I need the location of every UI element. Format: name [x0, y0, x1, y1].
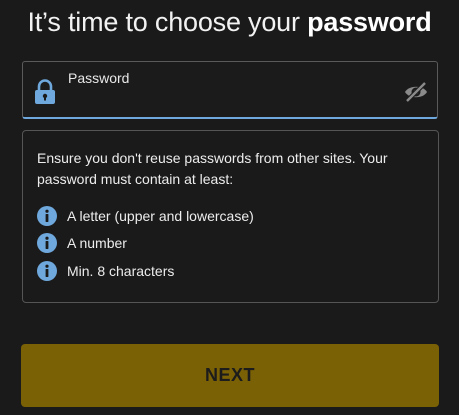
requirement-text: Min. 8 characters	[67, 263, 175, 279]
eye-off-icon[interactable]	[403, 80, 429, 104]
page-title: It’s time to choose your password	[0, 4, 459, 40]
requirement-text: A letter (upper and lowercase)	[67, 208, 254, 224]
page-title-regular: It’s time to choose your	[27, 7, 308, 37]
lock-icon	[35, 79, 55, 104]
page-title-bold: password	[307, 7, 432, 37]
info-icon	[37, 206, 57, 226]
info-icon	[37, 233, 57, 253]
requirements-intro: Ensure you don't reuse passwords from ot…	[37, 150, 388, 187]
requirement-item: A number	[37, 233, 127, 253]
next-button[interactable]: NEXT	[21, 344, 439, 407]
choose-password-page: It’s time to choose your password Passwo…	[0, 0, 459, 415]
password-field[interactable]: Password	[22, 61, 438, 119]
requirement-item: A letter (upper and lowercase)	[37, 206, 254, 226]
requirement-item: Min. 8 characters	[37, 261, 174, 281]
password-label: Password	[68, 70, 130, 86]
info-icon	[37, 261, 57, 281]
requirement-text: A number	[67, 235, 127, 251]
password-requirements-box: Ensure you don't reuse passwords from ot…	[22, 130, 439, 303]
password-input[interactable]	[68, 90, 368, 112]
